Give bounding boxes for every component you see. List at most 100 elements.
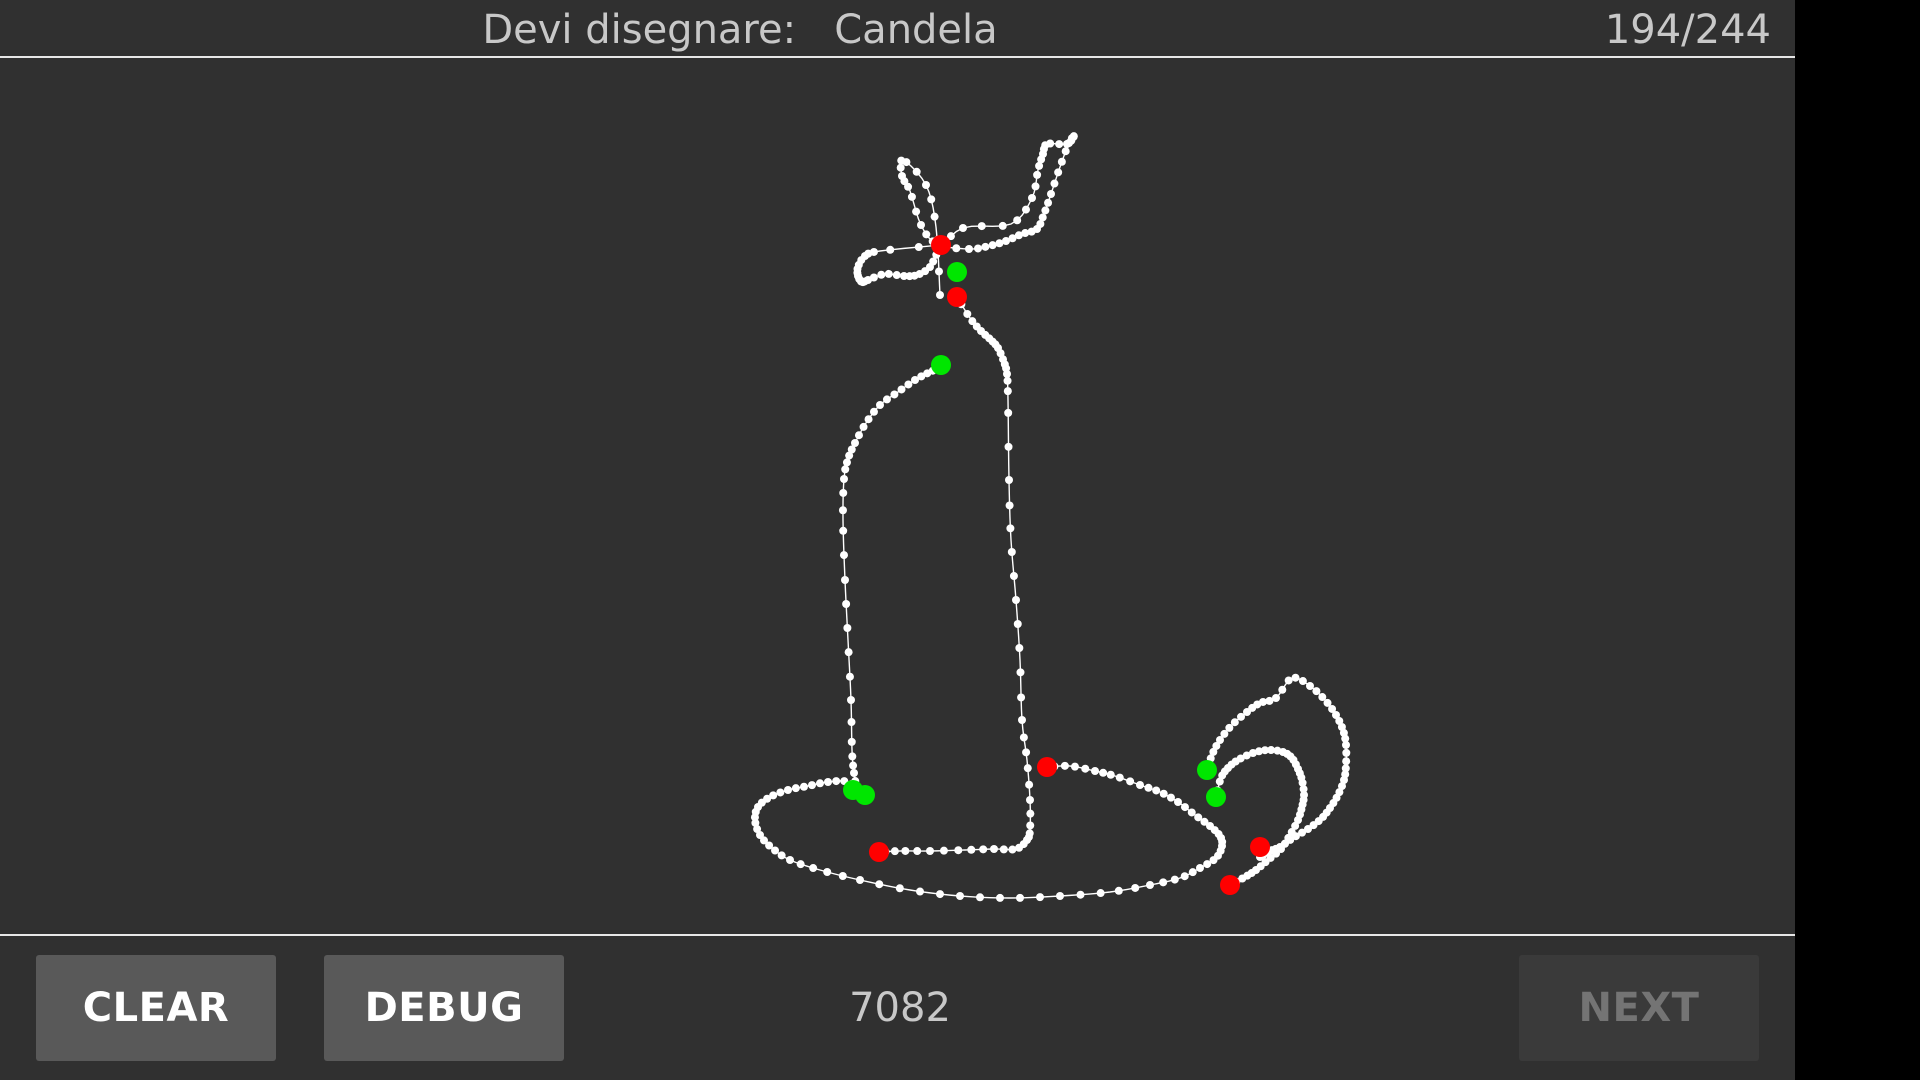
stroke-point xyxy=(841,465,850,474)
stroke-point xyxy=(1026,821,1035,830)
stroke-point xyxy=(823,868,832,876)
stroke-point xyxy=(799,782,808,791)
stroke-point xyxy=(1188,868,1197,877)
stroke-point xyxy=(1152,786,1161,795)
stroke-point xyxy=(1291,673,1300,682)
stroke-point xyxy=(838,506,847,515)
stroke-point xyxy=(886,245,895,254)
stroke-point xyxy=(869,273,878,282)
drawing-canvas[interactable] xyxy=(0,58,1795,934)
stroke-point xyxy=(859,422,868,431)
stroke-point xyxy=(976,893,984,902)
stroke-point xyxy=(977,222,986,231)
stroke-point xyxy=(840,475,848,483)
next-button[interactable]: NEXT xyxy=(1519,955,1759,1061)
stroke-point xyxy=(1013,216,1022,225)
stroke-end-marker xyxy=(931,235,951,255)
stroke-point xyxy=(892,271,901,280)
stroke-point xyxy=(796,860,805,869)
stroke-point xyxy=(917,221,925,229)
stroke-point xyxy=(1099,768,1108,777)
stroke-point xyxy=(791,784,800,793)
stroke-start-marker xyxy=(1197,760,1217,780)
clear-button[interactable]: CLEAR xyxy=(36,955,276,1061)
stroke-point xyxy=(890,390,899,399)
stroke-point xyxy=(850,769,858,777)
stroke-point xyxy=(842,458,851,467)
stroke-point xyxy=(847,737,856,746)
stroke-point xyxy=(1056,892,1064,900)
stroke-point xyxy=(1342,748,1351,757)
stroke-point xyxy=(1009,572,1018,580)
stroke-point xyxy=(1091,767,1099,775)
stroke-point xyxy=(974,244,983,253)
drawing-prompt: Devi disegnare: Candela xyxy=(0,6,1480,54)
stroke-point xyxy=(1006,524,1015,533)
stroke-point xyxy=(784,786,792,794)
stroke-point xyxy=(898,172,906,180)
stroke-point xyxy=(911,376,919,384)
stroke-point xyxy=(1126,777,1135,786)
stroke-point xyxy=(1008,845,1017,854)
stroke-point xyxy=(996,893,1004,902)
stroke-point xyxy=(1076,890,1085,899)
stroke-point xyxy=(912,207,921,216)
stroke-point xyxy=(1044,198,1053,207)
stroke-point xyxy=(1015,644,1024,652)
stroke-point xyxy=(841,576,849,584)
stroke-point xyxy=(1046,139,1055,148)
stroke-point xyxy=(1196,864,1204,872)
stroke-point xyxy=(897,385,906,394)
stroke-point xyxy=(1007,548,1016,556)
stroke-point xyxy=(990,845,998,853)
stroke-point xyxy=(901,846,910,855)
stroke-point xyxy=(1136,781,1144,789)
stroke-point xyxy=(1081,764,1090,773)
stroke-point xyxy=(939,846,948,855)
stroke-point xyxy=(922,181,930,189)
stroke-point xyxy=(1012,596,1020,604)
stroke-end-marker xyxy=(1037,757,1057,777)
stroke-point xyxy=(847,718,856,727)
stroke-point xyxy=(824,778,832,786)
prompt-label: Devi disegnare: xyxy=(482,7,797,53)
stroke-point xyxy=(882,395,891,404)
stroke-point xyxy=(876,401,884,409)
stroke-point xyxy=(916,887,924,896)
stroke-point xyxy=(839,526,848,535)
stroke-point xyxy=(856,876,864,884)
stroke-point xyxy=(842,600,851,608)
stroke-point xyxy=(1003,376,1012,385)
stroke-point xyxy=(936,291,944,299)
stroke-point xyxy=(1031,182,1040,191)
stroke-point xyxy=(988,241,997,250)
stroke-point xyxy=(1070,762,1079,771)
stroke-point xyxy=(1005,476,1013,484)
navigation-bar-area xyxy=(1795,0,1920,1080)
stroke-point xyxy=(1170,875,1179,884)
stroke-point xyxy=(845,672,854,681)
stroke-point xyxy=(904,380,913,389)
stroke-point xyxy=(864,415,873,424)
stroke-point xyxy=(1019,733,1028,742)
stroke-point xyxy=(1033,170,1042,179)
stroke-point xyxy=(1096,889,1105,898)
stroke-point xyxy=(838,872,847,880)
stroke-point xyxy=(999,845,1008,854)
stroke-point xyxy=(913,847,922,856)
stroke-point xyxy=(1022,748,1031,757)
stroke-point xyxy=(1005,501,1014,510)
stroke-point xyxy=(1180,872,1189,881)
stroke-point xyxy=(1278,685,1287,694)
stroke-line xyxy=(842,366,943,791)
score-value: 7082 xyxy=(849,985,951,1031)
debug-button[interactable]: DEBUG xyxy=(324,955,564,1061)
stroke-point xyxy=(914,243,923,252)
stroke-point xyxy=(1306,682,1314,690)
stroke-point xyxy=(1028,194,1036,202)
stroke-start-marker xyxy=(947,262,967,282)
footer-divider xyxy=(0,934,1795,936)
stroke-point xyxy=(1194,813,1203,822)
stroke-point xyxy=(1180,803,1189,812)
stroke-point xyxy=(979,845,988,854)
